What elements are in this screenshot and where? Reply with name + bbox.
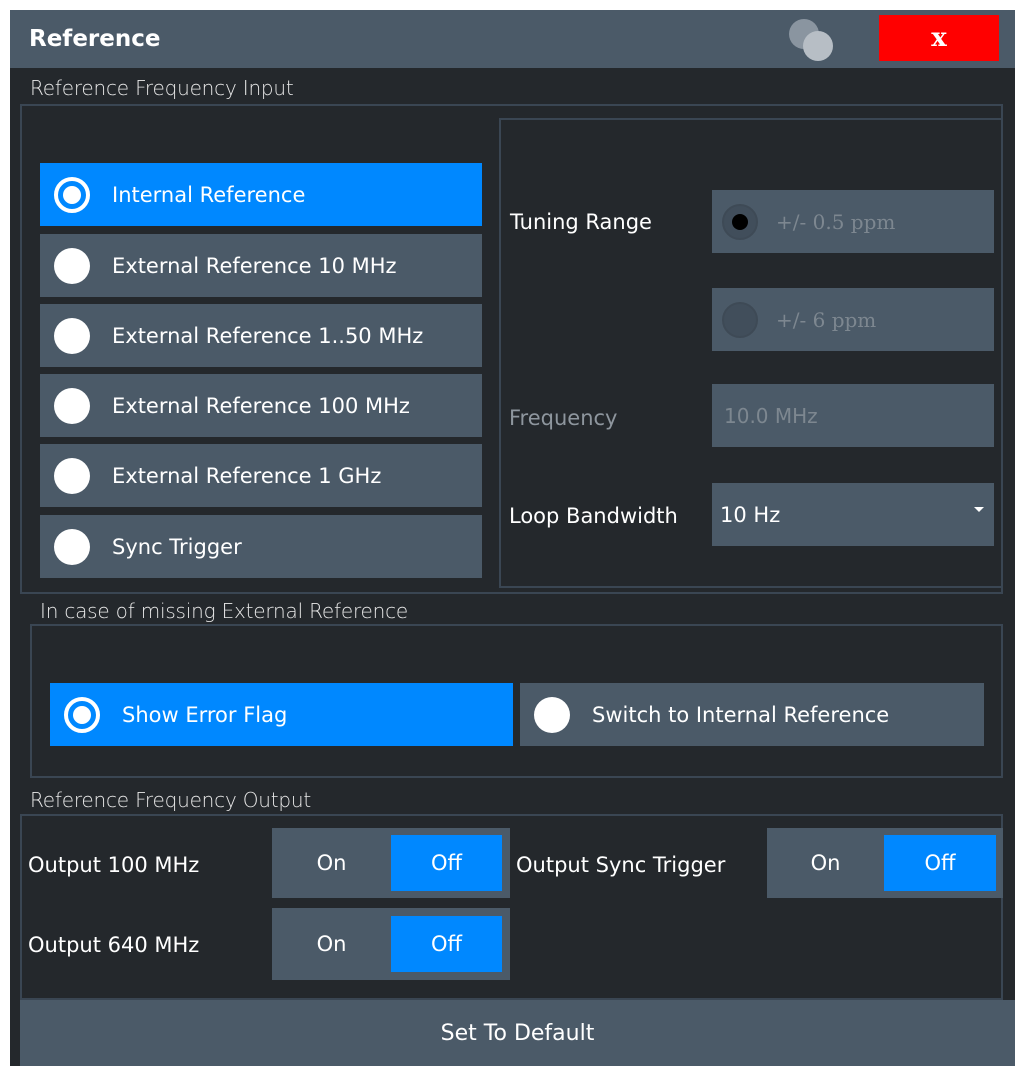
output-640-toggle: On Off (272, 908, 510, 980)
tuning-range-label: Tuning Range (510, 210, 652, 234)
radio-selected-icon (54, 176, 90, 213)
option-internal-reference[interactable]: Internal Reference (40, 163, 482, 226)
radio-icon (54, 247, 90, 284)
option-label: Show Error Flag (122, 702, 288, 727)
radio-icon (54, 387, 90, 424)
output-640-on-button[interactable]: On (272, 908, 391, 980)
option-label: External Reference 10 MHz (112, 253, 397, 278)
output-sync-toggle: On Off (767, 828, 1003, 898)
output-640-off-button[interactable]: Off (391, 916, 502, 972)
output-sync-off-button[interactable]: Off (884, 835, 996, 891)
option-sync-trigger[interactable]: Sync Trigger (40, 515, 482, 578)
radio-icon (534, 696, 570, 733)
radio-icon (54, 528, 90, 565)
title-bar: Reference x (10, 10, 1015, 68)
option-external-100mhz[interactable]: External Reference 100 MHz (40, 374, 482, 437)
radio-selected-icon (64, 696, 100, 733)
radio-icon (54, 317, 90, 354)
option-show-error-flag[interactable]: Show Error Flag (50, 683, 513, 746)
output-100-off-button[interactable]: Off (391, 835, 502, 891)
frequency-field[interactable]: 10.0 MHz (712, 384, 994, 447)
output-100-toggle: On Off (272, 828, 510, 898)
option-label: External Reference 1 GHz (112, 463, 382, 488)
radio-icon (722, 301, 758, 338)
output-640-label: Output 640 MHz (28, 933, 200, 957)
output-100-label: Output 100 MHz (28, 853, 200, 877)
close-button[interactable]: x (879, 15, 999, 61)
option-label: Sync Trigger (112, 534, 242, 559)
option-label: External Reference 100 MHz (112, 393, 410, 418)
output-sync-label: Output Sync Trigger (516, 853, 726, 877)
loop-bandwidth-value: 10 Hz (720, 502, 781, 527)
output-sync-on-button[interactable]: On (767, 828, 884, 898)
output-100-on-button[interactable]: On (272, 828, 391, 898)
option-label: External Reference 1..50 MHz (112, 323, 424, 348)
set-to-default-button[interactable]: Set To Default (20, 1000, 1015, 1066)
output-section-label: Reference Frequency Output (30, 788, 312, 812)
tuning-range-05ppm[interactable]: +/- 0.5 ppm (712, 190, 994, 253)
frequency-label: Frequency (509, 406, 618, 430)
tuning-range-6ppm[interactable]: +/- 6 ppm (712, 288, 994, 351)
close-icon: x (931, 23, 947, 53)
reference-dialog: Reference x Reference Frequency Input In… (10, 10, 1015, 1066)
dialog-title: Reference (29, 26, 161, 52)
option-label: +/- 0.5 ppm (776, 209, 896, 234)
missing-section-label: In case of missing External Reference (40, 599, 409, 623)
option-external-10mhz[interactable]: External Reference 10 MHz (40, 234, 482, 297)
option-external-1-50mhz[interactable]: External Reference 1..50 MHz (40, 304, 482, 367)
option-label: Switch to Internal Reference (592, 702, 890, 727)
loop-bandwidth-select[interactable]: 10 Hz (712, 483, 994, 546)
dock-icon[interactable] (782, 16, 842, 62)
loop-bandwidth-label: Loop Bandwidth (509, 504, 678, 528)
input-section-label: Reference Frequency Input (30, 76, 294, 100)
radio-icon (54, 457, 90, 494)
chevron-down-icon (974, 507, 984, 512)
radio-selected-icon (722, 203, 758, 240)
option-label: Internal Reference (112, 182, 306, 207)
option-external-1ghz[interactable]: External Reference 1 GHz (40, 444, 482, 507)
option-switch-internal[interactable]: Switch to Internal Reference (520, 683, 984, 746)
option-label: +/- 6 ppm (776, 307, 877, 332)
